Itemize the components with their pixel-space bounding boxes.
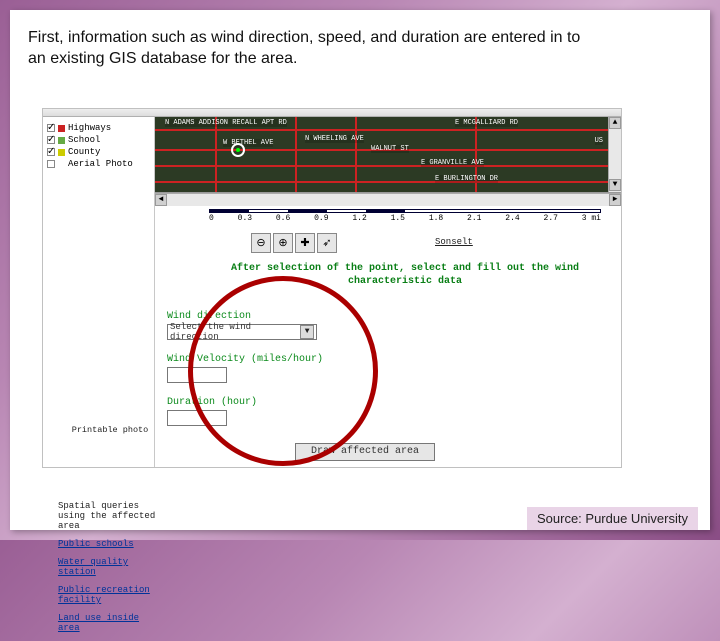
road-label: N WHEELING AVE [305,135,364,143]
road-label: N ADAMS ADDISON RECALL APT RD [165,119,287,127]
layer-label: School [68,135,100,145]
road-label: US [595,137,603,145]
wind-form: Printable photo Spatial queries using th… [167,305,601,426]
gis-app-window: Highways School County Aerial Photo [42,108,622,468]
scale-tick: 3 mi [582,214,601,223]
scroll-right-icon[interactable]: ► [609,194,621,206]
scale-tick: 0.9 [314,214,328,223]
sidebar-link[interactable]: Land use inside area [58,613,162,633]
vertical-scrollbar[interactable]: ▲ ▼ [608,117,621,193]
horizontal-scrollbar[interactable]: ◄ ► [155,193,621,206]
layer-row[interactable]: Highways [47,123,150,133]
duration-label: Duration (hour) [167,397,601,408]
scale-tick: 2.1 [467,214,481,223]
scale-tick: 2.7 [544,214,558,223]
scale-tick: 1.5 [391,214,405,223]
source-credit: Source: Purdue University [527,507,698,530]
wind-direction-label: Wind direction [167,311,601,322]
duration-input[interactable] [167,410,227,426]
road-label: WALNUT ST [371,145,409,153]
layers-panel: Highways School County Aerial Photo [43,117,155,467]
select-value: Select the wind direction [170,322,300,342]
scale-bar: 0 0.3 0.6 0.9 1.2 1.5 1.8 2.1 2.4 2.7 3 … [209,209,601,223]
wind-direction-select[interactable]: Select the wind direction ▼ [167,324,317,340]
map-view[interactable]: N ADAMS ADDISON RECALL APT RD W BETHEL A… [155,117,621,193]
swatch-icon [58,137,65,144]
checkbox-icon[interactable] [47,148,55,156]
chevron-down-icon: ▼ [300,325,314,339]
road-label: W BETHEL AVE [223,139,273,147]
wind-velocity-input[interactable] [167,367,227,383]
draw-affected-area-button[interactable]: Draw affected area [295,443,435,461]
slide-caption: First, information such as wind directio… [28,28,588,70]
print-photo-text: Printable photo [54,425,166,435]
magnifier-minus-icon: ⊖ [256,236,265,250]
road-label: E GRANVILLE AVE [421,159,484,167]
checkbox-icon[interactable] [47,136,55,144]
layer-label: Highways [68,123,111,133]
left-query-links: Spatial queries using the affected area … [54,493,166,641]
zoom-out-button[interactable]: ⊖ [251,233,271,253]
layer-row[interactable]: County [47,147,150,157]
scale-tick: 1.8 [429,214,443,223]
zoom-in-button[interactable]: ⊕ [273,233,293,253]
scroll-down-icon[interactable]: ▼ [609,179,621,191]
sidebar-link[interactable]: Public schools [58,539,162,549]
pan-button[interactable]: ✚ [295,233,315,253]
scale-tick: 0.6 [276,214,290,223]
checkbox-icon[interactable] [47,160,55,168]
map-toolbar: ⊖ ⊕ ✚ ➶ [251,233,337,253]
identify-button[interactable]: ➶ [317,233,337,253]
scroll-left-icon[interactable]: ◄ [155,194,167,206]
crosshair-icon: ✚ [300,236,309,250]
checkbox-icon[interactable] [47,124,55,132]
scale-tick: 0.3 [238,214,252,223]
swatch-icon [58,149,65,156]
scale-tick: 0 [209,214,214,223]
swatch-icon [58,125,65,132]
instruction-text: After selection of the point, select and… [209,263,601,288]
sonselt-link[interactable]: Sonselt [435,237,473,247]
scale-tick: 2.4 [505,214,519,223]
road-label: E BURLINGTON DR [435,175,498,183]
layer-row[interactable]: School [47,135,150,145]
magnifier-plus-icon: ⊕ [278,236,287,250]
layer-row[interactable]: Aerial Photo [47,159,150,169]
main-panel: N ADAMS ADDISON RECALL APT RD W BETHEL A… [155,117,621,467]
scale-tick: 1.2 [352,214,366,223]
spatial-queries-heading: Spatial queries using the affected area [58,501,162,531]
wind-velocity-label: Wind Velocity (miles/hour) [167,354,601,365]
sidebar-link[interactable]: Water quality station [58,557,162,577]
point-marker-icon[interactable] [231,143,245,157]
window-titlebar [43,109,621,117]
sidebar-link[interactable]: Public recreation facility [58,585,162,605]
scroll-up-icon[interactable]: ▲ [609,117,621,129]
pointer-icon: ➶ [322,236,331,250]
layer-label: Aerial Photo [68,159,133,169]
layer-label: County [68,147,100,157]
road-label: E MCGALLIARD RD [455,119,518,127]
